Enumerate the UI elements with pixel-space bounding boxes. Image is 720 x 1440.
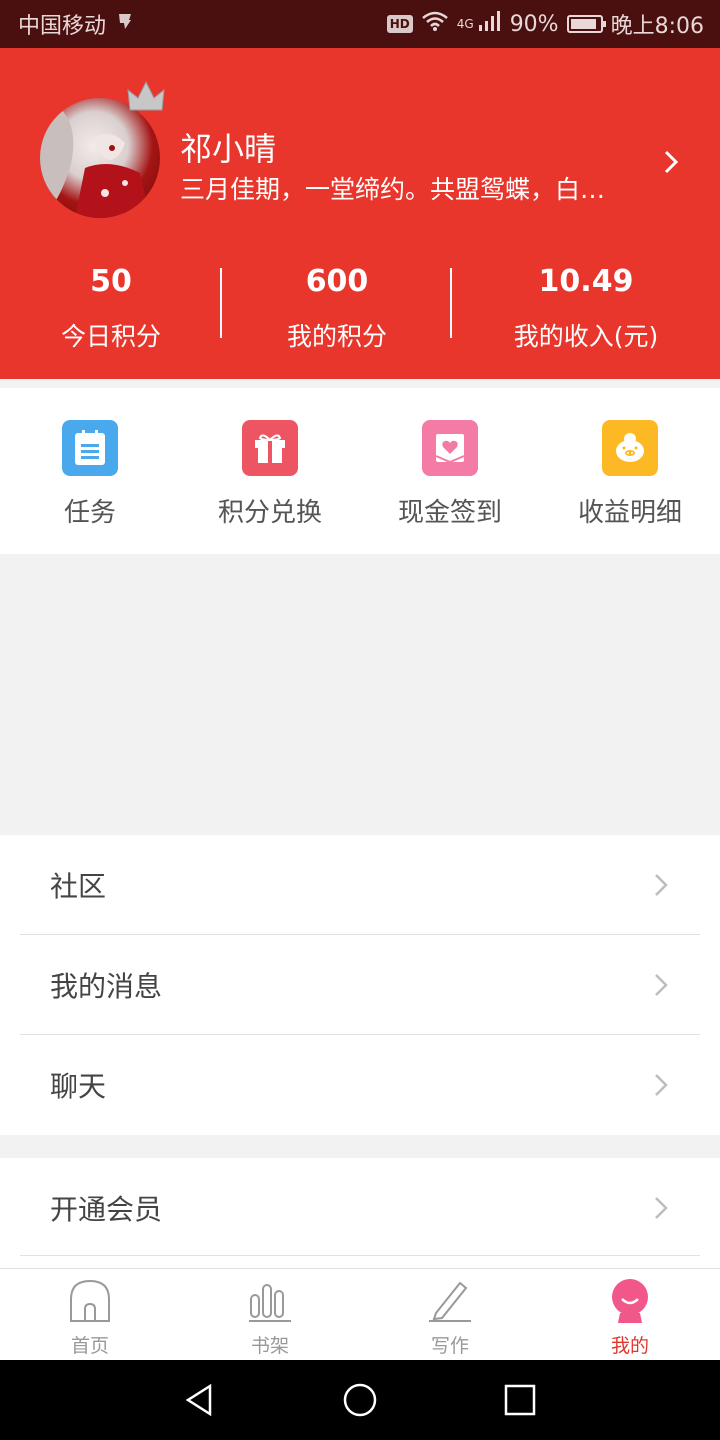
stat-value: 50 xyxy=(90,264,132,299)
notification-icon xyxy=(114,10,136,38)
gift-icon xyxy=(242,420,298,476)
nav-label: 首页 xyxy=(70,1335,109,1357)
avatar-container[interactable] xyxy=(40,80,165,218)
action-points-exchange[interactable]: 积分兑换 xyxy=(180,388,360,554)
chevron-right-icon xyxy=(655,1197,668,1219)
tab-mine[interactable]: 我的 xyxy=(540,1269,720,1360)
stat-label: 我的收入(元) xyxy=(513,322,659,351)
action-cash-checkin[interactable]: 现金签到 xyxy=(360,388,540,554)
bookshelf-icon xyxy=(249,1284,291,1322)
user-name[interactable]: 祁小晴 xyxy=(180,124,276,170)
crown-icon xyxy=(127,80,165,111)
clock: 晚上8:06 xyxy=(610,14,704,39)
menu-section-1: 社区 我的消息 聊天 xyxy=(0,835,720,1135)
stat-value: 600 xyxy=(305,264,369,299)
menu-item-community[interactable]: 社区 xyxy=(20,835,700,935)
menu-item-label: 我的消息 xyxy=(50,970,163,1003)
clipboard-icon xyxy=(62,420,118,476)
menu-item-messages[interactable]: 我的消息 xyxy=(20,935,700,1035)
menu-item-label: 社区 xyxy=(50,870,107,903)
menu-section-2: 开通会员 xyxy=(0,1158,720,1268)
wifi-icon xyxy=(421,10,449,38)
stats-row: 50 今日积分 600 我的积分 10.49 我的收入(元) xyxy=(0,258,720,358)
tab-home[interactable]: 首页 xyxy=(0,1269,180,1360)
back-icon[interactable] xyxy=(182,1382,218,1418)
hd-badge: HD xyxy=(386,15,413,33)
stat-label: 今日积分 xyxy=(60,322,161,351)
action-label: 现金签到 xyxy=(397,498,502,528)
chevron-right-icon xyxy=(655,874,668,896)
stat-my-points[interactable]: 600 我的积分 xyxy=(222,258,452,358)
action-label: 积分兑换 xyxy=(217,498,322,528)
chevron-right-icon[interactable] xyxy=(660,146,684,178)
battery-percent: 90% xyxy=(509,11,559,37)
home-button-icon[interactable] xyxy=(342,1382,378,1418)
nav-label: 书架 xyxy=(250,1335,289,1357)
chevron-right-icon xyxy=(655,1074,668,1096)
piggy-bank-icon xyxy=(602,420,658,476)
carrier-label: 中国移动 xyxy=(18,14,107,39)
signal-icon xyxy=(478,10,502,38)
bottom-nav: 首页 书架 写作 我的 xyxy=(0,1268,720,1360)
menu-item-label: 聊天 xyxy=(50,1070,107,1103)
tab-bookshelf[interactable]: 书架 xyxy=(180,1269,360,1360)
profile-header[interactable]: 祁小晴 三月佳期，一堂缔约。共盟鸳蝶，白… 50 今日积分 600 我的积分 1… xyxy=(0,48,720,379)
action-label: 收益明细 xyxy=(577,498,682,528)
home-icon xyxy=(70,1279,110,1322)
menu-item-label: 开通会员 xyxy=(50,1193,163,1226)
action-label: 任务 xyxy=(63,498,116,528)
profile-icon xyxy=(612,1279,648,1323)
user-signature: 三月佳期，一堂缔约。共盟鸳蝶，白… xyxy=(180,175,606,204)
stat-my-income[interactable]: 10.49 我的收入(元) xyxy=(452,258,720,358)
stat-value: 10.49 xyxy=(538,264,634,299)
network-type: 4G xyxy=(456,17,474,31)
nav-label: 写作 xyxy=(430,1335,469,1357)
action-task[interactable]: 任务 xyxy=(0,388,180,554)
stat-label: 我的积分 xyxy=(286,322,387,351)
pencil-icon xyxy=(429,1281,471,1322)
battery-icon xyxy=(566,15,606,33)
action-income-details[interactable]: 收益明细 xyxy=(540,388,720,554)
tab-writing[interactable]: 写作 xyxy=(360,1269,540,1360)
heart-envelope-icon xyxy=(422,420,478,476)
system-nav-bar xyxy=(0,1360,720,1440)
menu-item-chat[interactable]: 聊天 xyxy=(20,1035,700,1135)
quick-actions: 任务 积分兑换 现金签到 收益明细 xyxy=(0,388,720,554)
menu-item-membership[interactable]: 开通会员 xyxy=(20,1158,700,1256)
avatar[interactable] xyxy=(40,98,160,218)
recents-icon[interactable] xyxy=(502,1382,538,1418)
stat-today-points[interactable]: 50 今日积分 xyxy=(0,258,222,358)
chevron-right-icon xyxy=(655,974,668,996)
status-bar: 中国移动 HD 4G 90% 晚上8:06 xyxy=(0,0,720,48)
nav-label: 我的 xyxy=(610,1335,649,1357)
